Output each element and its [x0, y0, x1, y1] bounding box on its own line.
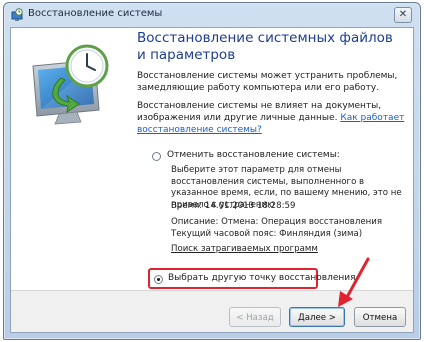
- restore-description: Описание: Отмена: Операция восстановлени…: [171, 217, 382, 227]
- system-restore-icon: [11, 8, 23, 21]
- page-heading: Восстановление системных файлов и параме…: [137, 30, 393, 63]
- title-bar[interactable]: Восстановление системы ✕: [4, 3, 420, 27]
- footer-divider: [11, 290, 413, 291]
- close-button[interactable]: ✕: [394, 7, 412, 23]
- window-title: Восстановление системы: [28, 8, 163, 19]
- dialog-client-area: Восстановление системных файлов и параме…: [10, 27, 414, 333]
- intro-paragraph: Восстановление системы может устранить п…: [137, 71, 398, 93]
- choose-restore-point-radio[interactable]: [154, 275, 163, 284]
- system-restore-illustration: [32, 44, 109, 125]
- next-button[interactable]: Далее >: [289, 307, 345, 327]
- restore-time: Время: 14.01.2013 18:28:59: [171, 201, 296, 211]
- system-restore-window: Восстановление системы ✕ Восстановление …: [3, 2, 421, 340]
- info-paragraph: Восстановление системы не влияет на доку…: [137, 100, 405, 136]
- choose-restore-point-label[interactable]: Выбрать другую точку восстановления: [168, 273, 356, 283]
- affected-programs-link[interactable]: Поиск затрагиваемых программ: [171, 244, 403, 256]
- undo-restore-label[interactable]: Отменить восстановление системы:: [167, 150, 340, 160]
- back-button[interactable]: < Назад: [229, 307, 281, 327]
- cancel-button[interactable]: Отмена: [354, 307, 406, 327]
- undo-restore-radio[interactable]: [152, 152, 161, 161]
- content-panel: Восстановление системных файлов и параме…: [11, 28, 413, 290]
- restore-timezone: Текущий часовой пояс: Финляндия (зима): [171, 229, 363, 239]
